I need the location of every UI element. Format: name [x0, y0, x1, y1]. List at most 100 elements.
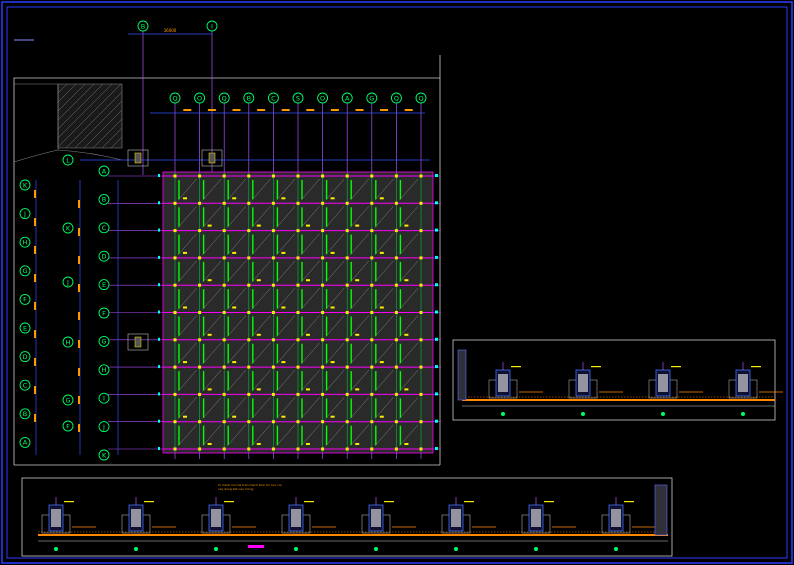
axis-bubble-left-inner: G [98, 335, 110, 347]
column-node [296, 420, 300, 424]
column-node [173, 229, 177, 233]
column-node [394, 311, 398, 314]
axis-bubble-top: A [341, 92, 353, 104]
column-node [247, 392, 251, 396]
section-bottom-pile-cap [41, 497, 96, 551]
column-node [247, 256, 251, 260]
column-node [345, 311, 349, 314]
column-node [370, 201, 374, 205]
cap-label-mark [384, 501, 394, 503]
column-marker [379, 197, 384, 200]
column-node [271, 420, 275, 424]
axis-bubble-left-mid: H [62, 336, 74, 348]
column-node [370, 283, 374, 287]
axis-bubble-left-outer: C [19, 379, 31, 391]
axis-bubble-left-mid: F [62, 420, 74, 432]
column-node [198, 365, 202, 369]
column-node [271, 392, 275, 396]
column-node [222, 447, 226, 451]
axis-bubble-left-mid: L [62, 154, 74, 166]
dimension-text-mark [78, 284, 80, 292]
column-node [394, 174, 398, 178]
column-node [370, 311, 374, 314]
column-node [271, 201, 275, 205]
axis-bubble-top-label: Q [418, 94, 423, 102]
column-node [394, 256, 398, 260]
section-right-wall [457, 349, 467, 401]
column-node [370, 229, 374, 233]
dimension-text-mark [306, 109, 315, 111]
dimension-text-mark [78, 396, 80, 404]
column-node [345, 174, 349, 178]
column-marker [183, 197, 187, 200]
axis-bubble-top-label: S [296, 94, 300, 102]
axis-bubble-top: O [317, 92, 329, 104]
column-node [247, 229, 251, 233]
edge-marker [435, 392, 438, 396]
column-marker [281, 415, 286, 418]
section-right [452, 339, 783, 421]
dimension-text-mark [232, 109, 241, 111]
column-marker [207, 333, 212, 336]
dimension-text-mark [34, 274, 36, 282]
column-node [173, 338, 177, 342]
axis-bubble-upper: B [137, 20, 149, 32]
column-node [198, 201, 202, 205]
edge-marker [158, 201, 160, 205]
cap-rebar [371, 509, 381, 527]
column-marker [379, 251, 384, 254]
axis-bubble-left-outer: F [19, 293, 31, 305]
axis-bubble-left-mid-label: J [66, 278, 69, 286]
axis-bubble-left-outer-label: B [23, 410, 27, 418]
axis-bubble-left-outer: K [19, 179, 31, 191]
column-node [296, 174, 300, 178]
dimension-text-mark [34, 414, 36, 422]
section-note-2: xay dung ket cau mong [218, 487, 254, 491]
axis-bubble-left-outer: J [19, 208, 31, 220]
column-marker [207, 279, 212, 282]
edge-marker [435, 201, 438, 205]
column-marker [404, 224, 409, 227]
dimension-text-mark [34, 386, 36, 394]
cap-rebar [611, 509, 621, 527]
section-right-pile-cap [488, 362, 543, 416]
column-node [198, 420, 202, 424]
column-node [198, 174, 202, 178]
axis-bubble-left-inner: J [98, 421, 110, 433]
column-node [247, 338, 251, 342]
cap-axis-bubble [214, 547, 218, 551]
column-node [173, 447, 177, 451]
section-right-pile-cap [568, 362, 623, 416]
column-node [321, 365, 325, 369]
axis-bubble-top-label: B [247, 94, 251, 102]
column-node [173, 201, 177, 205]
column-node [173, 283, 177, 287]
cap-axis-bubble [294, 547, 298, 551]
column-node [173, 311, 177, 314]
column-node [296, 311, 300, 314]
section-bottom-wall [654, 484, 668, 536]
edge-marker [158, 447, 160, 450]
column-marker [404, 279, 409, 282]
cap-axis-bubble [374, 547, 378, 551]
column-node [198, 447, 202, 451]
column-node [222, 338, 226, 342]
axis-bubble-top-label: O [197, 94, 202, 102]
axis-bubble-left-outer-label: K [23, 181, 28, 189]
column-node [419, 311, 423, 314]
axis-bubble-left-inner-label: I [103, 395, 105, 403]
column-marker [281, 361, 286, 364]
column-marker [355, 388, 360, 391]
section-bottom-pile-cap [281, 497, 336, 551]
column-marker [183, 306, 187, 309]
axis-bubble-left-outer-label: J [23, 210, 26, 218]
axis-bubble-left-inner: D [98, 250, 110, 262]
axis-bubble-left-inner-label: J [102, 423, 105, 431]
column-node [222, 201, 226, 205]
column-marker [306, 333, 310, 336]
dimension-text-mark [34, 246, 36, 254]
section-bottom-pile-cap [121, 497, 176, 551]
edge-marker [158, 283, 160, 287]
column-node [419, 420, 423, 424]
section-bottom-pile-cap [601, 497, 656, 551]
